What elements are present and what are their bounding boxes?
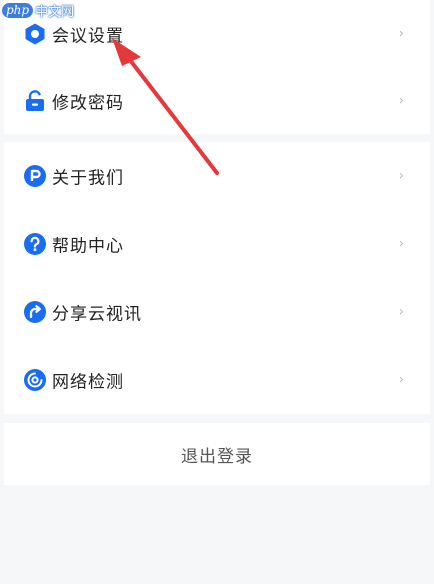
lock-icon (22, 88, 48, 114)
menu-item-network-check[interactable]: 网络检测 › (4, 346, 430, 414)
logout-label: 退出登录 (181, 446, 253, 467)
hexagon-settings-icon (22, 21, 48, 47)
watermark-badge: php (2, 2, 34, 18)
menu-item-label: 帮助中心 (52, 236, 124, 257)
chevron-right-icon: › (398, 93, 404, 109)
menu-item-label: 会议设置 (52, 26, 124, 47)
menu-item-share-app[interactable]: 分享云视讯 › (4, 278, 430, 346)
menu-item-label: 关于我们 (52, 168, 124, 189)
menu-item-label: 分享云视讯 (52, 304, 142, 325)
menu-item-label: 修改密码 (52, 93, 124, 114)
settings-screen: 会议设置 › 修改密码 › 关于我们 › 帮助中心 › 分享云视讯 › 网络检测… (0, 0, 434, 584)
menu-item-about-us[interactable]: 关于我们 › (4, 142, 430, 210)
network-check-icon (22, 367, 48, 393)
p-circle-icon (22, 163, 48, 189)
site-watermark: php 中文网 (2, 0, 74, 20)
chevron-right-icon: › (398, 372, 404, 388)
chevron-right-icon: › (398, 304, 404, 320)
chevron-right-icon: › (398, 236, 404, 252)
logout-button[interactable]: 退出登录 (4, 423, 430, 485)
menu-item-help-center[interactable]: 帮助中心 › (4, 210, 430, 278)
menu-item-change-password[interactable]: 修改密码 › (4, 67, 430, 135)
watermark-text: 中文网 (35, 4, 75, 20)
share-circle-icon (22, 299, 48, 325)
question-circle-icon (22, 231, 48, 257)
chevron-right-icon: › (398, 26, 404, 42)
menu-item-label: 网络检测 (52, 372, 124, 393)
chevron-right-icon: › (398, 168, 404, 184)
